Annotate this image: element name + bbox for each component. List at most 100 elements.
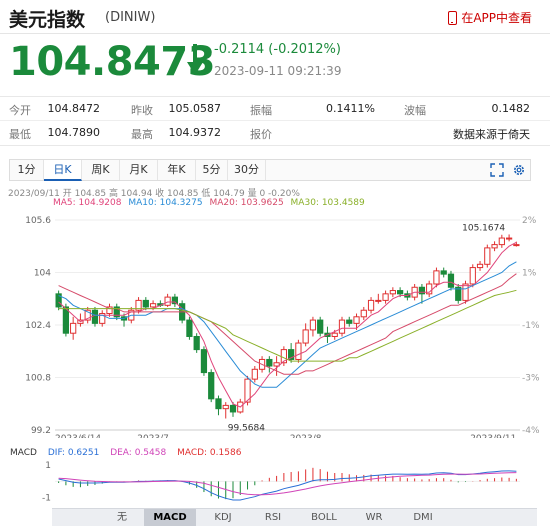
y-tick-label-right: 2%: [522, 216, 537, 226]
dif-line: [58, 470, 517, 501]
gear-icon[interactable]: [512, 163, 526, 177]
ma-legend: MA5: 104.9208 MA10: 104.3275 MA20: 103.9…: [53, 198, 369, 208]
macd-y-tick-label: -1: [42, 494, 51, 504]
candle-body: [142, 299, 149, 308]
candle-body: [149, 303, 157, 308]
candle-body: [91, 309, 99, 324]
candle-body: [498, 237, 505, 246]
indicator-rsi[interactable]: RSI: [250, 509, 296, 526]
page-title: 美元指数: [9, 9, 86, 31]
ma30-legend: MA30: 103.4589: [290, 198, 365, 208]
stat-value-high: 104.9372: [168, 126, 222, 139]
candle-body: [505, 237, 513, 240]
candle-body: [317, 319, 324, 334]
candle-body: [360, 309, 367, 318]
y-tick-label: 99.2: [31, 426, 51, 436]
macd-legend-title: MACD: [10, 448, 37, 458]
tab-yearly-k[interactable]: 年K: [158, 160, 196, 180]
stat-label-quote: 报价: [250, 128, 272, 141]
tab-1min[interactable]: 1分: [10, 160, 44, 180]
candle-body: [331, 332, 338, 337]
indicator-dmi[interactable]: DMI: [400, 509, 446, 526]
quote-panel: 104.8473 -0.2114 (-0.2012%) 2023-09-11 0…: [0, 34, 550, 92]
indicator-none[interactable]: 无: [104, 509, 140, 526]
candle-body: [346, 319, 353, 324]
candle-body: [208, 372, 215, 400]
y-tick-label: 100.8: [25, 374, 51, 384]
macd-value-legend: MACD: 0.1586: [177, 448, 242, 458]
stat-value-amplitude: 0.1411%: [326, 102, 375, 115]
candle-body: [186, 319, 193, 337]
stat-value-prev-close: 105.0587: [168, 102, 222, 115]
tab-5min[interactable]: 5分: [196, 160, 228, 180]
y-tick-label: 104: [34, 269, 51, 279]
y-tick-label-right: -1%: [522, 321, 540, 331]
stat-label-open: 今开: [9, 104, 31, 117]
phone-icon: [448, 10, 458, 25]
ma10-legend: MA10: 104.3275: [128, 198, 203, 208]
high-annotation: 105.1674: [462, 223, 505, 233]
stat-label-amplitude: 振幅: [250, 104, 272, 117]
stat-value-source: 数据来源于倚天: [453, 128, 530, 141]
macd-chart[interactable]: 1 -1: [0, 458, 550, 508]
stat-value-low: 104.7890: [47, 126, 101, 139]
candle-body: [484, 247, 491, 265]
tab-30min[interactable]: 30分: [228, 160, 266, 180]
candle-body: [338, 319, 346, 334]
low-annotation: 99.5684: [228, 424, 265, 434]
x-tick-label: 2023/6/14: [55, 434, 101, 438]
candle-body: [389, 290, 396, 295]
expand-icon[interactable]: [490, 163, 504, 177]
candle-body: [375, 299, 382, 302]
ma5-legend: MA5: 104.9208: [53, 198, 122, 208]
candle-body: [309, 319, 317, 331]
indicator-kdj[interactable]: KDJ: [200, 509, 246, 526]
down-arrow-icon: [187, 44, 203, 75]
candle-body: [397, 290, 404, 295]
tab-monthly-k[interactable]: 月K: [120, 160, 158, 180]
y-tick-label: 102.4: [25, 321, 51, 331]
y-tick-label: 105.6: [25, 216, 51, 226]
candle-body: [251, 368, 258, 380]
candle-body: [164, 296, 171, 306]
stat-value-range: 0.1482: [491, 102, 531, 115]
x-tick-label: 2023/8: [290, 434, 322, 438]
candle-body: [295, 342, 302, 360]
indicator-macd[interactable]: MACD: [144, 509, 196, 526]
stat-label-high: 最高: [131, 128, 153, 141]
candle-body: [469, 267, 476, 285]
stat-label-low: 最低: [9, 128, 31, 141]
quote-time: 2023-09-11 09:21:39: [214, 64, 342, 78]
dea-line: [58, 472, 517, 496]
candle-body: [513, 244, 520, 247]
open-in-app-label: 在APP中查看: [461, 11, 532, 25]
candle-body: [353, 316, 360, 324]
tab-weekly-k[interactable]: 周K: [82, 160, 120, 180]
indicator-wr[interactable]: WR: [352, 509, 396, 526]
stats-table: 今开 104.8472 昨收 105.0587 振幅 0.1411% 波幅 0.…: [0, 96, 550, 146]
candle-body: [491, 244, 498, 249]
stats-row: 最低 104.7890 最高 104.9372 报价 数据来源于倚天: [0, 121, 550, 145]
candlestick-chart[interactable]: 105.6 2% 104 1% 102.4 -1% 100.8 -3% 99.2 -4% 2023/…: [0, 208, 550, 438]
candle-body: [229, 404, 237, 413]
x-tick-label: 2023/7: [137, 434, 169, 438]
price-change: -0.2114 (-0.2012%): [214, 42, 341, 57]
candle-body: [367, 299, 375, 311]
candle-body: [447, 273, 455, 288]
candle-body: [193, 335, 200, 351]
indicator-boll[interactable]: BOLL: [300, 509, 348, 526]
candle-body: [200, 349, 208, 374]
open-in-app-link[interactable]: 在APP中查看: [448, 9, 532, 26]
stat-label-prev-close: 昨收: [131, 104, 153, 117]
stat-value-open: 104.8472: [47, 102, 101, 115]
tab-daily-k[interactable]: 日K: [44, 160, 82, 181]
candle-body: [440, 270, 447, 275]
candle-body: [433, 270, 440, 285]
dif-legend: DIF: 0.6251: [47, 448, 100, 458]
candle-body: [171, 296, 178, 305]
ma30-line: [58, 289, 517, 362]
chart-tabs: 1分 日K 周K 月K 年K 5分 30分: [9, 159, 531, 181]
candle-body: [266, 358, 273, 367]
current-price: 104.8473: [9, 39, 216, 85]
dea-legend: DEA: 0.5458: [110, 448, 167, 458]
